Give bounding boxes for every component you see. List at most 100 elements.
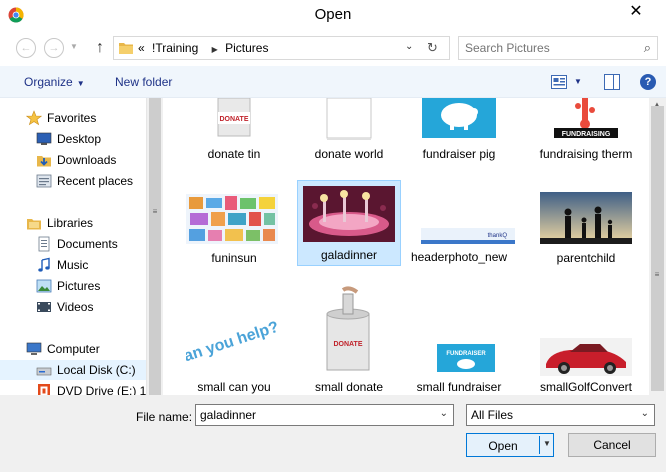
chevron-down-icon[interactable]: ⌄ xyxy=(641,408,649,419)
organize-label: Organize xyxy=(24,75,73,89)
cancel-button[interactable]: Cancel xyxy=(568,433,656,457)
breadcrumb-separator-icon[interactable]: ▶ xyxy=(212,45,218,54)
sidebar-item-music[interactable]: Music xyxy=(0,255,146,275)
file-name: galadinner xyxy=(320,248,378,262)
sidebar-item-libraries[interactable]: Libraries xyxy=(0,213,146,233)
open-options-icon[interactable]: ▼ xyxy=(543,439,551,448)
file-name: small donate xyxy=(314,380,384,394)
sidebar-item-label: Videos xyxy=(57,300,94,314)
window-title: Open xyxy=(314,6,352,23)
sidebar-item-label: Favorites xyxy=(47,111,97,125)
chevron-down-icon[interactable]: ⌄ xyxy=(440,408,448,419)
new-folder-button[interactable]: New folder xyxy=(115,75,172,89)
open-button[interactable]: Open ▼ xyxy=(466,433,554,457)
videos-icon xyxy=(37,302,51,312)
close-icon: ✕ xyxy=(629,3,643,20)
sidebar-item-label: Pictures xyxy=(57,279,101,293)
sidebar-item-label: DVD Drive (E:) 15 xyxy=(57,384,146,395)
scrollbar-grip-icon: ≡ xyxy=(152,207,158,216)
sidebar-item-label: Computer xyxy=(47,342,100,356)
fundraiser-label: FUNDRAISER xyxy=(446,351,486,357)
breadcrumb: « !Training ▶ Pictures xyxy=(138,41,272,55)
piggy-bank-thumbnail xyxy=(422,98,496,138)
documents-icon xyxy=(38,236,50,252)
file-name: small can you xyxy=(197,380,271,394)
breadcrumb-training[interactable]: !Training xyxy=(152,41,198,55)
sidebar-item-label: Desktop xyxy=(57,132,102,146)
family-silhouette-thumbnail xyxy=(540,192,632,244)
small-fundraiser-thumbnail: FUNDRAISER xyxy=(437,344,495,372)
file-item-small-donate[interactable]: DONATE small donate xyxy=(297,286,401,395)
preview-pane-icon[interactable] xyxy=(604,74,620,90)
desktop-icon xyxy=(36,132,52,145)
address-dropdown-icon[interactable]: ⌄ xyxy=(405,41,413,52)
arrow-right-icon: → xyxy=(48,42,60,54)
recent-places-icon xyxy=(36,174,52,188)
organize-button[interactable]: Organize ▼ xyxy=(24,75,85,89)
file-item-headerphoto-new[interactable]: thankQ headerphoto_new xyxy=(407,188,515,288)
computer-icon xyxy=(26,342,42,355)
sidebar-item-dvd-drive[interactable]: DVD Drive (E:) 15 xyxy=(0,381,146,395)
file-name-value[interactable]: galadinner xyxy=(200,408,256,422)
file-item-small-fundraiser[interactable]: FUNDRAISER small fundraiser xyxy=(407,288,511,395)
file-name-field[interactable]: galadinner ⌄ xyxy=(195,404,454,426)
sidebar-item-computer[interactable]: Computer xyxy=(0,339,146,359)
fundraising-thermometer-thumbnail: FUNDRAISING xyxy=(548,98,624,142)
search-icon[interactable]: ⌕ xyxy=(644,40,651,56)
sidebar-item-label: Recent places xyxy=(57,174,134,188)
chevron-down-icon: ▼ xyxy=(70,42,78,51)
sidebar-item-local-disk[interactable]: Local Disk (C:) xyxy=(0,360,146,380)
file-type-select[interactable]: All Files ⌄ xyxy=(466,404,655,426)
sidebar-item-documents[interactable]: Documents xyxy=(0,234,146,254)
file-item-fundraising-therm[interactable]: FUNDRAISING fundraising therm xyxy=(534,98,638,178)
up-button[interactable]: ↑ xyxy=(92,39,108,57)
scrollbar-thumb[interactable] xyxy=(651,106,664,391)
file-item-smallgolfconvert[interactable]: smallGolfConvert xyxy=(534,288,638,395)
file-name: headerphoto_new xyxy=(410,250,508,264)
donate-label: DONATE xyxy=(219,116,248,123)
file-item-fundraiser-pig[interactable]: fundraiser pig xyxy=(407,98,511,178)
back-button[interactable]: ← xyxy=(16,38,36,58)
file-item-galadinner[interactable]: galadinner xyxy=(297,180,401,266)
file-name: donate tin xyxy=(207,147,261,161)
search-input[interactable] xyxy=(465,41,635,55)
address-bar[interactable]: « !Training ▶ Pictures ⌄ ↻ xyxy=(113,36,450,60)
collage-thumbnail xyxy=(186,194,278,244)
navigation-pane: Favorites Desktop Downloads Recent place… xyxy=(0,98,146,395)
forward-button[interactable]: → xyxy=(44,38,64,58)
scrollbar-thumb[interactable] xyxy=(149,98,161,395)
file-name-label: File name: xyxy=(136,410,193,424)
file-name: fundraiser pig xyxy=(422,147,496,161)
file-item-parentchild[interactable]: parentchild xyxy=(534,188,638,278)
open-button-label: Open xyxy=(488,439,518,453)
file-list-scrollbar[interactable]: ▲ ≡ xyxy=(649,98,666,395)
breadcrumb-pictures[interactable]: Pictures xyxy=(225,41,268,55)
help-icon[interactable]: ? xyxy=(640,74,656,90)
downloads-folder-icon xyxy=(37,156,51,167)
refresh-icon[interactable]: ↻ xyxy=(427,40,438,56)
split-divider xyxy=(539,436,540,454)
donate-label: DONATE xyxy=(333,341,362,348)
close-button[interactable]: ✕ xyxy=(614,0,658,24)
sidebar-item-pictures[interactable]: Pictures xyxy=(0,276,146,296)
file-name: donate world xyxy=(314,147,384,161)
file-item-funinsun[interactable]: funinsun xyxy=(182,188,286,278)
view-options-icon[interactable]: ▼ xyxy=(574,77,582,86)
recent-locations-button[interactable]: ▼ xyxy=(70,42,80,51)
breadcrumb-overflow[interactable]: « xyxy=(138,41,145,55)
sidebar-item-recent-places[interactable]: Recent places xyxy=(0,171,146,191)
sidebar-item-videos[interactable]: Videos xyxy=(0,297,146,317)
change-view-icon[interactable] xyxy=(551,75,567,89)
gala-dinner-thumbnail xyxy=(303,186,395,242)
sidebar-item-label: Local Disk (C:) xyxy=(57,363,136,377)
sidebar-item-favorites[interactable]: Favorites xyxy=(0,108,146,128)
navigation-pane-scrollbar[interactable]: ≡ xyxy=(146,98,163,395)
star-icon xyxy=(26,110,42,126)
donate-can-thumbnail: DONATE xyxy=(313,286,383,376)
file-item-donate-tin[interactable]: DONATE donate tin xyxy=(182,98,286,178)
sidebar-item-downloads[interactable]: Downloads xyxy=(0,150,146,170)
sidebar-item-desktop[interactable]: Desktop xyxy=(0,129,146,149)
file-item-small-can-you[interactable]: can you help? small can you xyxy=(182,288,286,395)
file-item-donate-world[interactable]: donate world xyxy=(297,98,401,178)
title-bar: Open ✕ xyxy=(0,0,666,30)
